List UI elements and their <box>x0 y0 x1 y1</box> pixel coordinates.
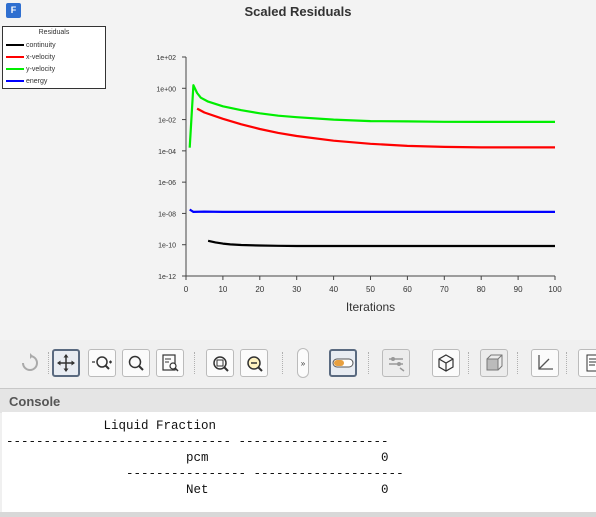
console-line: Net 0 <box>6 483 389 497</box>
refresh-button[interactable] <box>16 349 44 377</box>
axes-icon <box>538 355 553 370</box>
pan-icon <box>57 354 75 372</box>
console-line: pcm 0 <box>6 451 389 465</box>
probe-button[interactable] <box>329 349 357 377</box>
toolbar-separator <box>282 352 285 374</box>
y-tick-label: 1e-04 <box>158 149 176 156</box>
zoom-box-icon <box>213 356 229 372</box>
toolbar-separator <box>566 352 569 374</box>
legend-item-y-velocity: y-velocity <box>6 65 55 75</box>
x-tick-label: 30 <box>292 285 301 294</box>
legend-label: y-velocity <box>26 66 56 73</box>
console-title: Console <box>9 394 61 409</box>
legend-swatch <box>6 80 24 83</box>
toolbar-separator <box>48 352 51 374</box>
toolbar-separator <box>468 352 471 374</box>
refresh-icon <box>22 353 38 371</box>
console-header: Console <box>0 388 596 413</box>
x-tick-label: 60 <box>403 285 412 294</box>
axes-button[interactable] <box>531 349 559 377</box>
expand-toolbar-button[interactable]: » <box>297 348 309 378</box>
x-tick-label: 40 <box>329 285 338 294</box>
expand-toolbar-icon: » <box>300 358 306 368</box>
probe-icon <box>332 358 354 368</box>
legend-item-continuity: continuity <box>6 41 56 51</box>
zoom-in-icon <box>92 356 112 370</box>
x-tick-label: 80 <box>477 285 486 294</box>
legend-swatch <box>6 44 24 47</box>
zoom-box-button[interactable] <box>206 349 234 377</box>
console-line: ---------------- -------------------- <box>6 467 404 481</box>
x-tick-label: 10 <box>218 285 227 294</box>
legend-label: energy <box>26 78 48 85</box>
report-icon <box>586 354 596 372</box>
legend-item-energy: energy <box>6 77 47 87</box>
zoom-button[interactable] <box>122 349 150 377</box>
x-tick-label: 70 <box>440 285 449 294</box>
view-box-icon <box>486 354 503 371</box>
series-line-y-velocity <box>188 84 555 148</box>
legend-swatch <box>6 56 24 59</box>
legend-label: x-velocity <box>26 54 56 61</box>
series-line-x-velocity <box>196 107 555 149</box>
x-tick-label: 20 <box>255 285 264 294</box>
orientation-cube-icon <box>438 354 454 372</box>
graphics-toolbar: » <box>0 340 596 386</box>
legend-item-x-velocity: x-velocity <box>6 53 55 63</box>
y-tick-label: 1e-10 <box>158 243 176 250</box>
series-line-energy <box>189 208 555 213</box>
x-axis-label: Iterations <box>346 300 395 314</box>
residuals-plot-panel: F Scaled Residuals 0 10 20 30 40 50 60 70 80 90 10… <box>0 0 596 340</box>
zoom-out-button[interactable] <box>240 349 268 377</box>
toolbar-separator <box>517 352 520 374</box>
view-box-button[interactable] <box>480 349 508 377</box>
console-output[interactable]: ~ ~ ~ Liquid Fraction ------------------… <box>2 412 596 512</box>
y-tick-label: 1e-06 <box>158 180 176 187</box>
options-icon <box>389 357 405 372</box>
series-line-continuity <box>207 239 555 248</box>
pan-button[interactable] <box>52 349 80 377</box>
x-tick-label: 50 <box>366 285 375 294</box>
zoom-icon <box>128 355 144 371</box>
legend-swatch <box>6 68 24 71</box>
zoom-to-fit-button[interactable] <box>156 349 184 377</box>
toolbar-separator <box>194 352 197 374</box>
x-tick-label: 90 <box>514 285 523 294</box>
y-tick-label: 1e+02 <box>156 55 176 62</box>
zoom-in-out-button[interactable] <box>88 349 116 377</box>
console-bottom-border <box>0 512 596 517</box>
zoom-to-fit-icon <box>162 354 179 372</box>
x-tick-label: 0 <box>184 285 189 294</box>
toolbar-separator <box>368 352 371 374</box>
y-tick-label: 1e-02 <box>158 118 176 125</box>
options-button[interactable] <box>382 349 410 377</box>
zoom-out-icon <box>247 356 263 372</box>
legend-title: Residuals <box>38 29 70 36</box>
y-tick-label: 1e-12 <box>158 274 176 281</box>
y-tick-label: 1e-08 <box>158 211 176 218</box>
report-button[interactable] <box>578 349 596 377</box>
x-tick-label: 100 <box>548 285 562 294</box>
console-line: Liquid Fraction <box>6 419 217 433</box>
chart-legend: Residuals continuity x-velocity y-veloci… <box>2 26 106 89</box>
legend-label: continuity <box>26 42 56 49</box>
y-tick-label: 1e+00 <box>156 86 176 93</box>
console-line: ------------------------------ ---------… <box>6 435 389 449</box>
orientation-cube-button[interactable] <box>432 349 460 377</box>
console-line-partial: ~ ~ ~ <box>6 412 216 418</box>
